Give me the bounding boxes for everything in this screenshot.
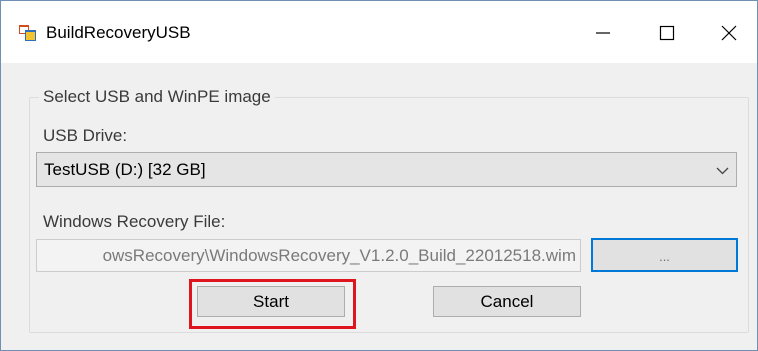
recovery-file-field[interactable]: owsRecovery\WindowsRecovery_V1.2.0_Build… bbox=[36, 239, 581, 272]
usb-drive-selected-value: TestUSB (D:) [32 GB] bbox=[44, 160, 206, 179]
minimize-icon bbox=[596, 32, 610, 34]
app-window-icon bbox=[19, 25, 36, 41]
groupbox-legend: Select USB and WinPE image bbox=[39, 87, 275, 107]
close-button[interactable] bbox=[709, 17, 749, 49]
cancel-button[interactable]: Cancel bbox=[433, 286, 581, 317]
chevron-down-icon bbox=[716, 167, 729, 175]
maximize-button[interactable] bbox=[647, 17, 687, 49]
usb-drive-label: USB Drive: bbox=[43, 126, 128, 145]
recovery-file-path: owsRecovery\WindowsRecovery_V1.2.0_Build… bbox=[102, 246, 576, 265]
maximize-icon bbox=[659, 25, 675, 41]
usb-drive-dropdown[interactable]: TestUSB (D:) [32 GB] bbox=[36, 152, 737, 187]
minimize-button[interactable] bbox=[583, 17, 623, 49]
app-window: BuildRecoveryUSB Select USB and WinPE im… bbox=[0, 0, 758, 351]
close-icon bbox=[721, 25, 737, 41]
title-bar: BuildRecoveryUSB bbox=[1, 1, 757, 63]
start-button-highlight bbox=[189, 279, 356, 329]
browse-button[interactable]: ... bbox=[591, 238, 738, 272]
window-title: BuildRecoveryUSB bbox=[46, 23, 191, 42]
recovery-file-label: Windows Recovery File: bbox=[43, 212, 226, 231]
